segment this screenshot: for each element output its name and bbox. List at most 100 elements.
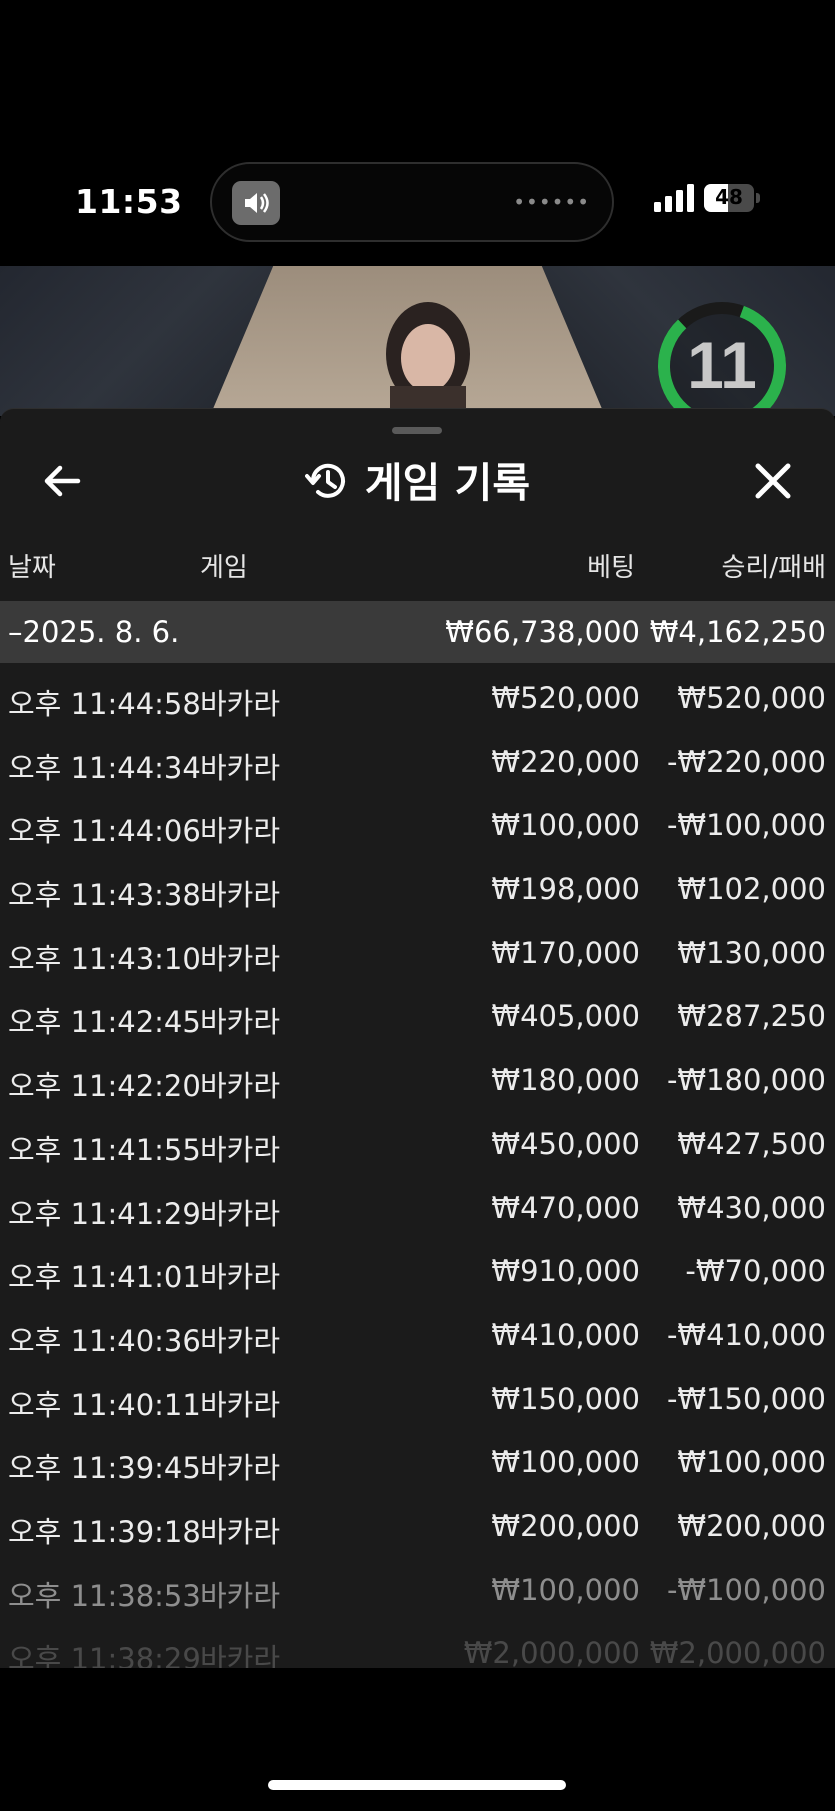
column-game[interactable]: 게임 xyxy=(200,547,248,584)
home-indicator[interactable] xyxy=(268,1780,566,1790)
column-result[interactable]: 승리/패배 xyxy=(722,547,826,584)
row-time: 오후 11:38:29 xyxy=(8,1642,201,1668)
close-button[interactable] xyxy=(749,457,797,505)
table-row[interactable]: 오후 11:42:45 바카라 ₩405,000 ₩287,250 xyxy=(0,989,835,1053)
date-group-summary[interactable]: –2025. 8. 6. ₩66,738,000 ₩4,162,250 xyxy=(0,601,835,663)
row-result: ₩430,000 xyxy=(677,1190,826,1225)
row-game: 바카라 xyxy=(200,878,281,913)
status-bar: 11:53 •••••• 48 xyxy=(0,140,835,266)
row-game: 바카라 xyxy=(200,1260,281,1295)
row-result: ₩130,000 xyxy=(677,935,826,970)
row-bet: ₩100,000 xyxy=(491,1445,640,1480)
row-time: 오후 11:41:55 xyxy=(8,1132,201,1167)
row-time: 오후 11:41:01 xyxy=(8,1260,201,1295)
live-video[interactable]: 11 xyxy=(0,266,835,416)
row-bet: ₩100,000 xyxy=(491,1572,640,1607)
cellular-signal-icon xyxy=(654,184,694,212)
row-bet: ₩520,000 xyxy=(491,681,640,715)
row-time: 오후 11:38:53 xyxy=(8,1578,201,1613)
summary-bet: ₩66,738,000 xyxy=(445,615,640,649)
row-result: -₩70,000 xyxy=(685,1254,826,1289)
row-bet: ₩2,000,000 xyxy=(463,1636,640,1668)
dynamic-island[interactable]: •••••• xyxy=(210,162,614,242)
row-time: 오후 11:43:38 xyxy=(8,878,201,913)
activity-dots-icon: •••••• xyxy=(513,190,590,214)
table-row[interactable]: 오후 11:43:10 바카라 ₩170,000 ₩130,000 xyxy=(0,926,835,990)
row-bet: ₩910,000 xyxy=(491,1254,640,1289)
table-row[interactable]: 오후 11:44:58 바카라 ₩520,000 ₩520,000 xyxy=(0,671,835,735)
row-game: 바카라 xyxy=(200,1196,281,1231)
table-row[interactable]: 오후 11:38:29 바카라 ₩2,000,000 ₩2,000,000 xyxy=(0,1626,835,1668)
column-date[interactable]: 날짜 xyxy=(8,547,56,584)
row-bet: ₩470,000 xyxy=(491,1190,640,1225)
row-game: 바카라 xyxy=(200,1514,281,1549)
row-game: 바카라 xyxy=(200,1132,281,1167)
row-game: 바카라 xyxy=(200,750,281,785)
row-time: 오후 11:44:06 xyxy=(8,814,201,849)
table-row[interactable]: 오후 11:41:55 바카라 ₩450,000 ₩427,500 xyxy=(0,1117,835,1181)
row-time: 오후 11:44:34 xyxy=(8,750,201,785)
row-time: 오후 11:39:18 xyxy=(8,1514,201,1549)
row-bet: ₩200,000 xyxy=(491,1508,640,1543)
row-game: 바카라 xyxy=(200,1642,281,1668)
row-result: ₩287,250 xyxy=(677,999,826,1034)
table-row[interactable]: 오후 11:41:01 바카라 ₩910,000 -₩70,000 xyxy=(0,1244,835,1308)
row-game: 바카라 xyxy=(200,1069,281,1104)
row-game: 바카라 xyxy=(200,941,281,976)
table-row[interactable]: 오후 11:42:20 바카라 ₩180,000 -₩180,000 xyxy=(0,1053,835,1117)
countdown-timer: 11 xyxy=(658,302,786,416)
row-result: -₩100,000 xyxy=(666,808,826,843)
row-game: 바카라 xyxy=(200,1451,281,1486)
row-bet: ₩220,000 xyxy=(491,744,640,779)
row-result: ₩102,000 xyxy=(677,872,826,907)
status-time: 11:53 xyxy=(75,182,183,221)
game-history-sheet: 게임 기록 날짜 게임 베팅 승리/패배 –2025. 8. 6. ₩66,73… xyxy=(0,408,835,1668)
row-time: 오후 11:39:45 xyxy=(8,1451,201,1486)
row-bet: ₩450,000 xyxy=(491,1126,640,1161)
row-time: 오후 11:40:11 xyxy=(8,1387,201,1422)
sheet-grabber[interactable] xyxy=(392,427,442,434)
history-icon xyxy=(304,463,345,498)
table-row[interactable]: 오후 11:39:18 바카라 ₩200,000 ₩200,000 xyxy=(0,1499,835,1563)
table-row[interactable]: 오후 11:38:53 바카라 ₩100,000 -₩100,000 xyxy=(0,1563,835,1627)
table-row[interactable]: 오후 11:40:36 바카라 ₩410,000 -₩410,000 xyxy=(0,1308,835,1372)
row-result: -₩180,000 xyxy=(666,1063,826,1098)
row-bet: ₩405,000 xyxy=(491,999,640,1034)
column-bet[interactable]: 베팅 xyxy=(587,547,635,584)
battery-icon: 48 xyxy=(704,184,754,212)
row-time: 오후 11:40:36 xyxy=(8,1323,201,1358)
dealer-image xyxy=(386,302,470,416)
row-game: 바카라 xyxy=(200,1323,281,1358)
summary-result: ₩4,162,250 xyxy=(649,615,826,649)
battery-percent: 48 xyxy=(715,185,743,209)
row-result: -₩220,000 xyxy=(666,744,826,779)
table-row[interactable]: 오후 11:44:34 바카라 ₩220,000 -₩220,000 xyxy=(0,735,835,799)
row-time: 오후 11:43:10 xyxy=(8,941,201,976)
history-list[interactable]: 오후 11:44:58 바카라 ₩520,000 ₩520,000 오후 11:44:3… xyxy=(0,671,835,1668)
row-time: 오후 11:44:58 xyxy=(8,687,201,721)
countdown-value: 11 xyxy=(687,328,757,402)
row-game: 바카라 xyxy=(200,814,281,849)
row-result: -₩410,000 xyxy=(666,1317,826,1352)
column-headers: 날짜 게임 베팅 승리/패배 xyxy=(0,547,835,597)
battery-nub xyxy=(756,193,760,203)
row-result: ₩520,000 xyxy=(677,681,826,715)
row-game: 바카라 xyxy=(200,1005,281,1040)
row-game: 바카라 xyxy=(200,1578,281,1613)
row-result: ₩200,000 xyxy=(677,1508,826,1543)
row-result: ₩427,500 xyxy=(677,1126,826,1161)
row-result: ₩100,000 xyxy=(677,1445,826,1480)
row-time: 오후 11:42:45 xyxy=(8,1005,201,1040)
row-game: 바카라 xyxy=(200,687,281,721)
table-row[interactable]: 오후 11:43:38 바카라 ₩198,000 ₩102,000 xyxy=(0,862,835,926)
table-row[interactable]: 오후 11:40:11 바카라 ₩150,000 -₩150,000 xyxy=(0,1372,835,1436)
speaker-icon xyxy=(232,181,280,225)
table-row[interactable]: 오후 11:44:06 바카라 ₩100,000 -₩100,000 xyxy=(0,798,835,862)
row-result: -₩150,000 xyxy=(666,1381,826,1416)
row-bet: ₩100,000 xyxy=(491,808,640,843)
row-result: -₩100,000 xyxy=(666,1572,826,1607)
row-bet: ₩150,000 xyxy=(491,1381,640,1416)
table-row[interactable]: 오후 11:41:29 바카라 ₩470,000 ₩430,000 xyxy=(0,1181,835,1245)
summary-date: –2025. 8. 6. xyxy=(8,615,180,649)
table-row[interactable]: 오후 11:39:45 바카라 ₩100,000 ₩100,000 xyxy=(0,1435,835,1499)
